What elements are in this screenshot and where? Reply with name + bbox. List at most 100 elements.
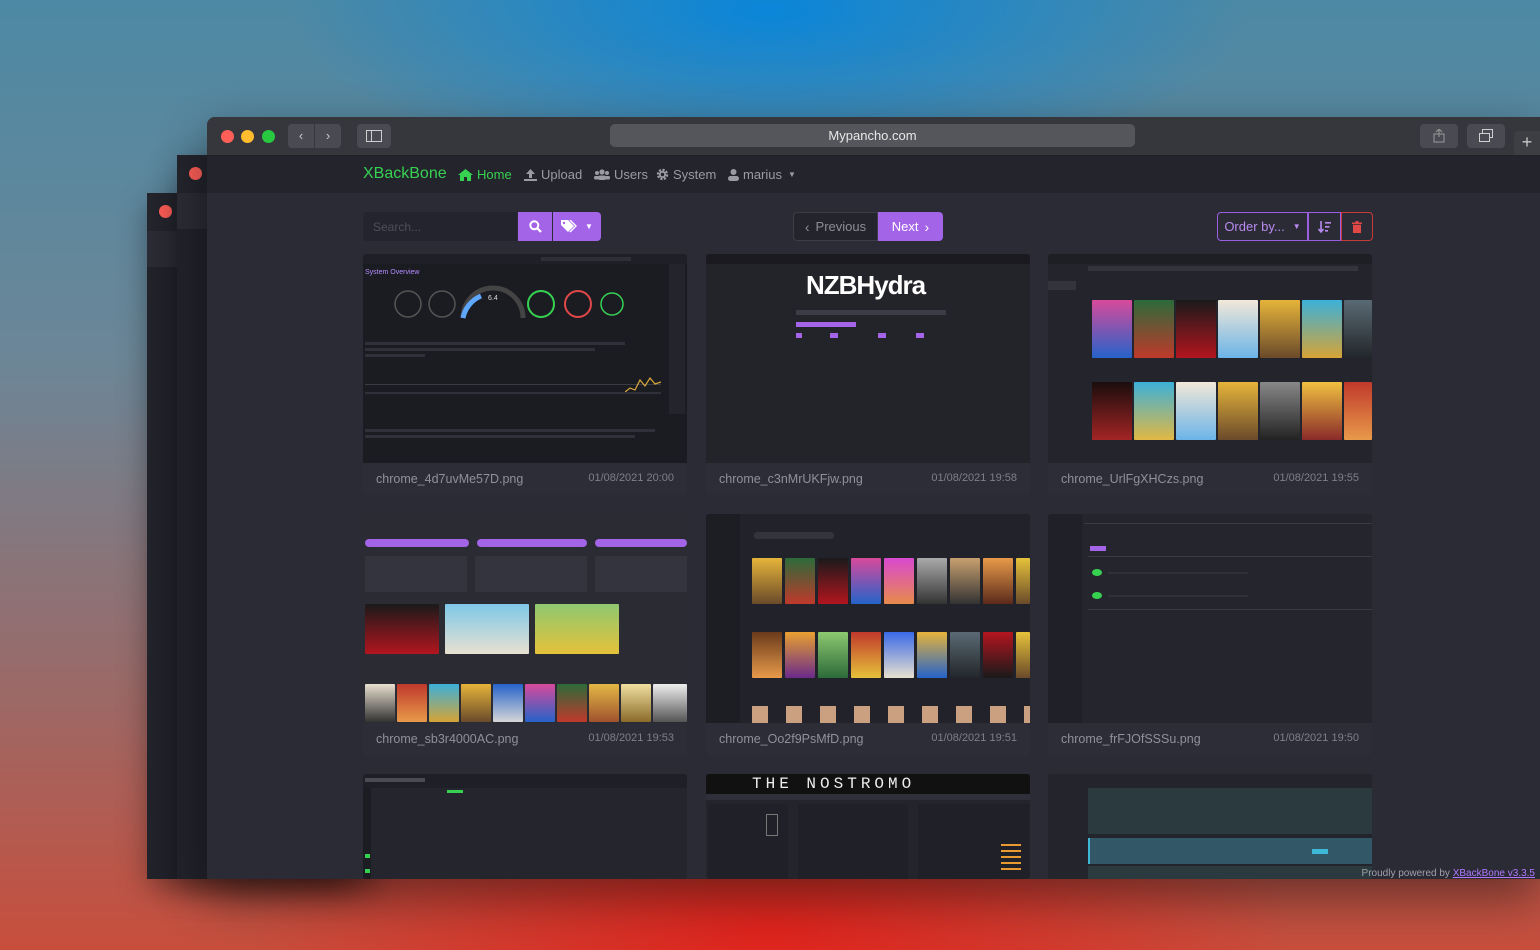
- nzbhydra-logo: NZBHydra: [806, 270, 926, 300]
- tags-icon: [561, 220, 578, 233]
- search-icon: [528, 220, 542, 233]
- tabs-icon: [1479, 129, 1493, 142]
- caret-down-icon: ▼: [788, 170, 796, 179]
- upload-thumbnail[interactable]: [363, 774, 687, 879]
- plus-icon: +: [1521, 132, 1533, 152]
- share-icon: [1433, 128, 1445, 143]
- cpu-graph-icon: [625, 376, 661, 393]
- card-footer: chrome_sb3r4000AC.png 01/08/2021 19:53: [363, 723, 687, 755]
- upload-date: 01/08/2021 20:00: [588, 472, 674, 484]
- upload-card[interactable]: chrome_Oo2f9PsMfD.png 01/08/2021 19:51: [706, 514, 1030, 755]
- users-icon: [594, 169, 610, 180]
- credit-text: Proudly powered by: [1361, 868, 1453, 879]
- xbackbone-version-link[interactable]: XBackBone v3.3.5: [1453, 868, 1535, 879]
- previous-page-button[interactable]: ‹ Previous: [793, 212, 878, 241]
- top-navbar: XBackBone Home Upload Users System mariu…: [207, 156, 1540, 193]
- chevron-left-icon: ‹: [298, 128, 304, 143]
- address-bar[interactable]: Mypancho.com: [610, 124, 1135, 147]
- nav-system-label: System: [673, 167, 717, 182]
- dashboard-gauges-icon: [394, 285, 624, 319]
- close-dot-icon[interactable]: [189, 167, 202, 180]
- thumbnail-title: System Overview: [365, 269, 420, 276]
- chevron-right-icon: ›: [325, 128, 331, 143]
- nav-system[interactable]: System: [656, 167, 716, 182]
- upload-card[interactable]: chrome_frFJOfSSSu.png 01/08/2021 19:50: [1048, 514, 1372, 755]
- upload-thumbnail[interactable]: [1048, 774, 1372, 879]
- sidebar-icon: [366, 130, 382, 142]
- thumbnail-title: THE NOSTROMO: [752, 775, 916, 793]
- caret-down-icon: ▼: [585, 222, 593, 231]
- search-input[interactable]: [363, 212, 517, 241]
- home-icon: [458, 168, 473, 181]
- upload-thumbnail[interactable]: [1048, 514, 1372, 723]
- maximize-window-icon[interactable]: [262, 130, 275, 143]
- previous-label: Previous: [815, 219, 867, 234]
- upload-date: 01/08/2021 19:51: [931, 732, 1017, 744]
- upload-thumbnail[interactable]: [363, 514, 687, 723]
- close-dot-icon[interactable]: [159, 205, 172, 218]
- upload-date: 01/08/2021 19:55: [1273, 472, 1359, 484]
- file-name[interactable]: chrome_Oo2f9PsMfD.png: [719, 732, 864, 746]
- upload-thumbnail[interactable]: THE NOSTROMO: [706, 774, 1030, 879]
- nav-upload[interactable]: Upload: [524, 167, 582, 182]
- upload-date: 01/08/2021 19:53: [588, 732, 674, 744]
- next-label: Next: [891, 219, 919, 234]
- upload-icon: [524, 168, 537, 181]
- card-footer: chrome_UrlFgXHCzs.png 01/08/2021 19:55: [1048, 463, 1372, 495]
- upload-card[interactable]: System Overview 6.4 chrome_4d7uvMe57D.pn…: [363, 254, 687, 495]
- upload-thumbnail[interactable]: System Overview 6.4: [363, 254, 687, 463]
- next-page-button[interactable]: Next ›: [878, 212, 943, 241]
- file-name[interactable]: chrome_UrlFgXHCzs.png: [1061, 472, 1203, 486]
- upload-thumbnail[interactable]: [1048, 254, 1372, 463]
- upload-card[interactable]: NZBHydra chrome_c3nMrUKFjw.png 01/08/202…: [706, 254, 1030, 495]
- share-button[interactable]: [1420, 124, 1458, 148]
- user-icon: [728, 168, 739, 181]
- nav-user-label: marius: [743, 167, 783, 182]
- browser-titlebar: ‹ › Mypancho.com +: [207, 117, 1540, 156]
- sort-direction-button[interactable]: [1308, 212, 1341, 241]
- new-tab-button[interactable]: +: [1514, 131, 1540, 155]
- upload-card[interactable]: [363, 774, 687, 879]
- brand-logo[interactable]: XBackBone: [363, 165, 447, 183]
- nav-home[interactable]: Home: [458, 167, 512, 182]
- gauge-value: 6.4: [488, 295, 498, 302]
- upload-thumbnail[interactable]: NZBHydra: [706, 254, 1030, 463]
- card-footer: chrome_Oo2f9PsMfD.png 01/08/2021 19:51: [706, 723, 1030, 755]
- file-name[interactable]: chrome_sb3r4000AC.png: [376, 732, 518, 746]
- nav-upload-label: Upload: [541, 167, 583, 182]
- nav-home-label: Home: [477, 167, 512, 182]
- search-button[interactable]: [518, 212, 552, 241]
- card-footer: chrome_c3nMrUKFjw.png 01/08/2021 19:58: [706, 463, 1030, 495]
- caret-down-icon: ▼: [1292, 222, 1301, 231]
- trash-icon: [1352, 220, 1362, 233]
- tag-filter-button[interactable]: ▼: [553, 212, 601, 241]
- upload-card[interactable]: [1048, 774, 1372, 879]
- nav-user-dropdown[interactable]: marius ▼: [728, 167, 796, 182]
- gear-icon: [656, 168, 669, 181]
- order-by-dropdown[interactable]: Order by... ▼: [1217, 212, 1308, 241]
- upload-card[interactable]: THE NOSTROMO: [706, 774, 1030, 879]
- chevron-right-icon: ›: [924, 218, 930, 235]
- minimize-window-icon[interactable]: [241, 130, 254, 143]
- browser-window: ‹ › Mypancho.com + XBackBone Home Upload…: [207, 117, 1540, 879]
- file-name[interactable]: chrome_c3nMrUKFjw.png: [719, 472, 863, 486]
- upload-date: 01/08/2021 19:58: [931, 472, 1017, 484]
- delete-selected-button[interactable]: [1341, 212, 1373, 241]
- file-name[interactable]: chrome_frFJOfSSSu.png: [1061, 732, 1201, 746]
- back-button[interactable]: ‹: [288, 124, 314, 148]
- upload-card[interactable]: chrome_UrlFgXHCzs.png 01/08/2021 19:55: [1048, 254, 1372, 495]
- tabs-overview-button[interactable]: [1467, 124, 1505, 148]
- sidebar-toggle-button[interactable]: [357, 124, 391, 148]
- card-footer: chrome_4d7uvMe57D.png 01/08/2021 20:00: [363, 463, 687, 495]
- upload-thumbnail[interactable]: [706, 514, 1030, 723]
- upload-date: 01/08/2021 19:50: [1273, 732, 1359, 744]
- card-footer: chrome_frFJOfSSSu.png 01/08/2021 19:50: [1048, 723, 1372, 755]
- nav-users-label: Users: [614, 167, 648, 182]
- footer-credit: Proudly powered by XBackBone v3.3.5: [1362, 868, 1535, 879]
- forward-button[interactable]: ›: [315, 124, 341, 148]
- file-name[interactable]: chrome_4d7uvMe57D.png: [376, 472, 523, 486]
- order-by-label: Order by...: [1224, 219, 1285, 234]
- close-window-icon[interactable]: [221, 130, 234, 143]
- upload-card[interactable]: chrome_sb3r4000AC.png 01/08/2021 19:53: [363, 514, 687, 755]
- nav-users[interactable]: Users: [594, 167, 648, 182]
